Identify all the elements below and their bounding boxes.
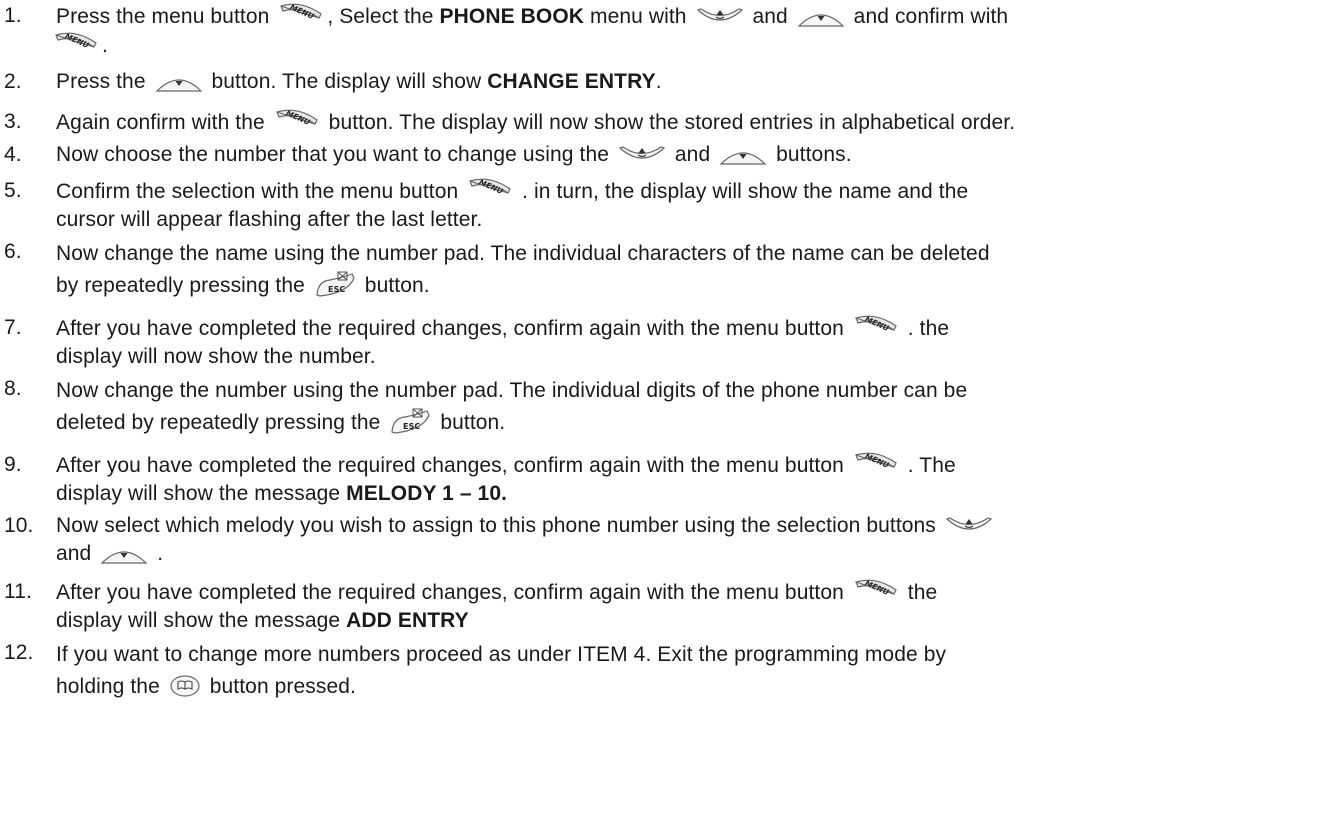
svg-text:ESC: ESC bbox=[328, 285, 345, 294]
step-number: 2. bbox=[4, 70, 22, 93]
step-number: 1. bbox=[4, 4, 22, 27]
list-item: 2. Press the button. The display will sh… bbox=[0, 68, 1327, 96]
list-item: 8. Now change the number using the numbe… bbox=[0, 375, 1327, 439]
step-number: 5. bbox=[4, 179, 22, 202]
step-number: 3. bbox=[4, 110, 22, 133]
list-item: 12. If you want to change more numbers p… bbox=[0, 639, 1327, 703]
down-arrow-button-icon bbox=[618, 144, 666, 166]
step-number: 10. bbox=[4, 514, 34, 537]
list-item: 4. Now choose the number that you want t… bbox=[0, 141, 1327, 169]
list-item: 5. Confirm the selection with the menu b… bbox=[0, 177, 1327, 234]
up-arrow-button-icon bbox=[719, 144, 767, 166]
esc-button-icon: ESC bbox=[389, 408, 431, 434]
menu-button-icon: MENU bbox=[853, 578, 899, 604]
down-arrow-button-icon bbox=[945, 515, 993, 537]
step-number: 12. bbox=[4, 641, 34, 664]
list-item: 10. Now select which melody you wish to … bbox=[0, 512, 1327, 568]
step-number: 11. bbox=[4, 580, 32, 603]
list-item: 7. After you have completed the required… bbox=[0, 314, 1327, 371]
menu-name: PHONE BOOK bbox=[439, 5, 585, 28]
menu-button-icon: MENU bbox=[53, 31, 99, 57]
display-message: ADD ENTRY bbox=[346, 609, 469, 632]
down-arrow-button-icon bbox=[696, 6, 744, 28]
step-number: 6. bbox=[4, 240, 22, 263]
esc-button-icon: ESC bbox=[314, 271, 356, 297]
up-arrow-button-icon bbox=[797, 6, 845, 28]
up-arrow-button-icon bbox=[155, 71, 203, 93]
step-number: 9. bbox=[4, 453, 22, 476]
menu-button-icon: MENU bbox=[274, 108, 320, 134]
step-number: 8. bbox=[4, 377, 22, 400]
menu-button-icon: MENU bbox=[853, 314, 899, 340]
list-item: 11. After you have completed the require… bbox=[0, 578, 1327, 635]
display-message: CHANGE ENTRY bbox=[487, 70, 656, 93]
step-number: 4. bbox=[4, 143, 22, 166]
instruction-document: 1. Press the menu button MENU , Select t… bbox=[0, 2, 1331, 831]
svg-text:ESC: ESC bbox=[403, 422, 420, 431]
display-message: MELODY 1 – 10. bbox=[346, 482, 508, 505]
menu-button-icon: MENU bbox=[278, 2, 324, 28]
menu-button-icon: MENU bbox=[853, 451, 899, 477]
list-item: 1. Press the menu button MENU , Select t… bbox=[0, 2, 1327, 58]
list-item: 9. After you have completed the required… bbox=[0, 451, 1327, 508]
menu-button-icon: MENU bbox=[467, 177, 513, 203]
step-number: 7. bbox=[4, 316, 22, 339]
up-arrow-button-icon bbox=[100, 543, 148, 565]
list-item: 6. Now change the name using the number … bbox=[0, 238, 1327, 302]
phonebook-button-icon bbox=[169, 674, 201, 698]
list-item: 3. Again confirm with the MENU button. T… bbox=[0, 108, 1327, 137]
